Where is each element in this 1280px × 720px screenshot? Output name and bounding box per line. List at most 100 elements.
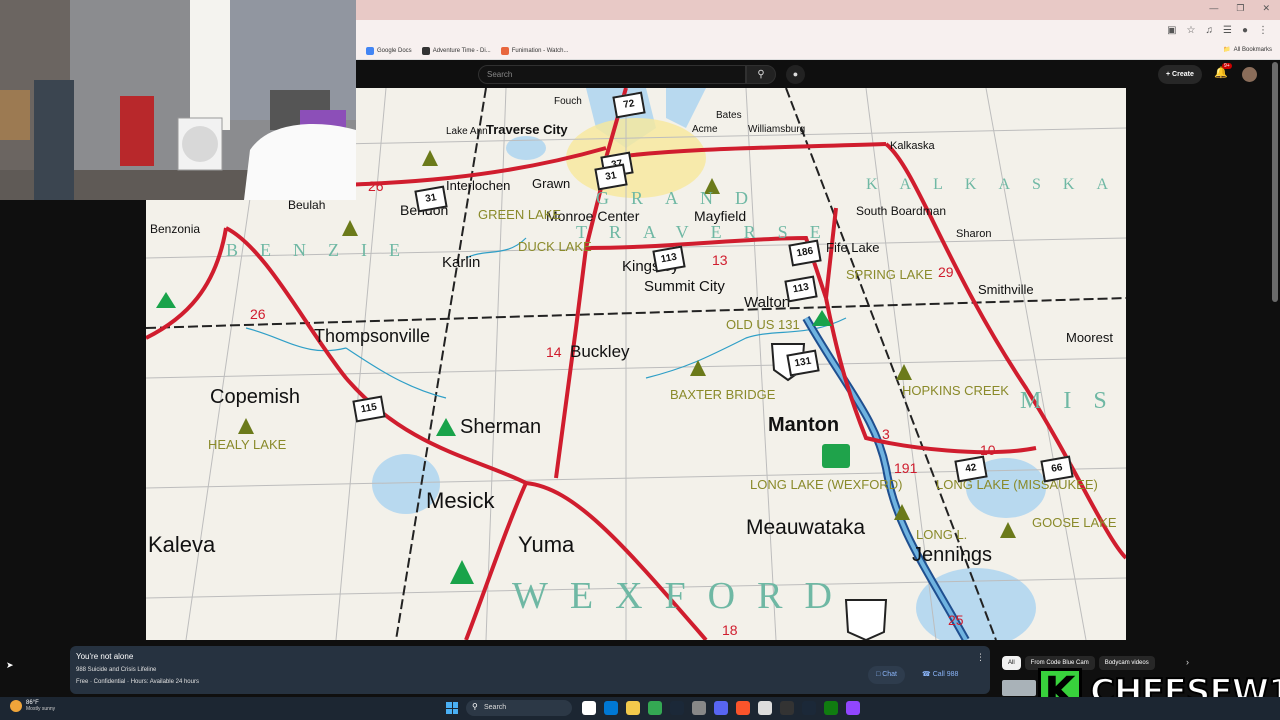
map-county-label: WEXFORD	[512, 575, 854, 617]
map-feature-label: SPRING LAKE	[846, 267, 933, 282]
map-town-label: Moorest	[1066, 330, 1113, 345]
map-town-label: Buckley	[570, 342, 630, 361]
lifeline-link[interactable]: 988 Suicide and Crisis Lifeline	[76, 667, 156, 673]
map-route-number: 18	[722, 622, 738, 638]
avatar[interactable]	[1242, 67, 1257, 82]
all-bookmarks[interactable]: 📁 All Bookmarks	[1223, 46, 1272, 54]
menu-icon[interactable]: ⋮	[1258, 25, 1268, 36]
minimize-icon[interactable]: —	[1209, 3, 1218, 14]
taskbar-app-icon[interactable]	[604, 701, 618, 715]
chip-all[interactable]: All	[1002, 656, 1021, 670]
map-town-label: Beulah	[288, 198, 326, 212]
map-route-number: 3	[882, 426, 890, 442]
map-town-label: Mesick	[426, 488, 495, 513]
weather-widget[interactable]: 86°F Mostly sunny	[10, 700, 55, 712]
chevron-right-icon[interactable]: ›	[1186, 657, 1189, 667]
search-button[interactable]: ⚲	[746, 65, 776, 84]
taskbar-apps	[582, 701, 860, 715]
map-town-label: Williamsburg	[748, 124, 806, 135]
taskbar-app-icon[interactable]	[780, 701, 794, 715]
chat-button[interactable]: □ Chat	[868, 666, 905, 684]
taskbar-app-icon[interactable]	[824, 701, 838, 715]
map-feature-label: GOOSE LAKE	[1032, 515, 1117, 530]
taskbar-app-icon[interactable]	[846, 701, 860, 715]
map-feature-label: LONG L.	[916, 527, 968, 542]
map-route-number: 26	[368, 178, 384, 194]
extensions-icon[interactable]: ☰	[1223, 25, 1232, 36]
map-town-label: Yuma	[518, 532, 575, 557]
start-button[interactable]	[446, 702, 458, 714]
star-icon[interactable]: ☆	[1187, 25, 1196, 36]
map-town-label: Grawn	[532, 176, 571, 191]
webcam-feed	[0, 0, 356, 200]
map-route-number: 26	[250, 306, 266, 322]
map-town-label: Sharon	[956, 228, 992, 240]
map-town-label: Fouch	[554, 96, 582, 107]
map-town-label: Kaleva	[148, 532, 216, 557]
map-county-label: TRAVERSE	[576, 222, 843, 242]
crisis-info-panel: You're not alone 988 Suicide and Crisis …	[70, 646, 990, 694]
video-thumbnail[interactable]	[1002, 680, 1036, 696]
search-icon: ⚲	[757, 69, 765, 80]
taskbar-app-icon[interactable]	[802, 701, 816, 715]
taskbar-app-icon[interactable]	[692, 701, 706, 715]
windows-taskbar: 86°F Mostly sunny Search ⚲	[0, 697, 1280, 720]
site-icon	[421, 46, 430, 55]
taskbar-app-icon[interactable]	[736, 701, 750, 715]
close-icon[interactable]: ✕	[1262, 3, 1270, 14]
taskbar-app-icon[interactable]	[714, 701, 728, 715]
map-town-label: Benzonia	[150, 222, 201, 236]
phone-icon: ☎	[922, 671, 931, 678]
funimation-icon	[500, 46, 509, 55]
webcam-overlay	[0, 0, 356, 200]
map-feature-label: BAXTER BRIDGE	[670, 387, 776, 402]
search-icon: ⚲	[472, 702, 478, 711]
map-town-label: Copemish	[210, 386, 301, 408]
map-town-label: Meauwataka	[746, 516, 866, 539]
taskbar-app-icon[interactable]	[626, 701, 640, 715]
notification-badge: 9+	[1222, 63, 1232, 69]
restore-icon[interactable]: ❐	[1236, 3, 1244, 14]
map-town-label: Jennings	[912, 544, 993, 566]
profile-icon[interactable]: ●	[1242, 25, 1248, 36]
map-feature-label: GREEN LAKE	[478, 207, 562, 222]
map-route-number: 25	[948, 612, 964, 628]
taskbar-app-icon[interactable]	[670, 701, 684, 715]
mouse-cursor-icon: ➤	[6, 660, 14, 670]
map-route-number: 191	[894, 460, 918, 476]
window-controls: — ❐ ✕	[1209, 3, 1270, 14]
map-route-number: 29	[938, 264, 954, 280]
bookmark-google-docs[interactable]: Google Docs	[366, 46, 412, 55]
call-button[interactable]: ☎ Call 988	[916, 666, 964, 684]
map-town-label: Karlin	[442, 254, 481, 271]
map-county-label: BENZIE	[226, 240, 422, 260]
folder-icon: 📁	[1223, 47, 1231, 53]
docs-icon	[366, 46, 374, 55]
voice-search-button[interactable]: ●	[786, 65, 805, 84]
page-scrollbar[interactable]	[1272, 62, 1278, 302]
map-town-label: Kalkaska	[890, 140, 935, 152]
map-feature-label: OLD US 131	[726, 317, 800, 332]
map-county-label: MISS	[1020, 388, 1126, 414]
install-icon[interactable]: ▣	[1167, 25, 1176, 36]
chip-bodycam[interactable]: Bodycam videos	[1098, 656, 1155, 670]
info-details: Free · Confidential · Hours: Available 2…	[76, 679, 199, 685]
search-input[interactable]: Search	[478, 65, 746, 84]
chat-icon: □	[876, 671, 881, 678]
more-options-icon[interactable]: ⋮	[976, 652, 985, 663]
create-button[interactable]: + Create	[1158, 65, 1202, 84]
mic-icon: ●	[792, 69, 799, 79]
bookmark-funimation[interactable]: Funimation - Watch...	[500, 46, 569, 55]
bookmark-adventure-time[interactable]: Adventure Time - Di...	[421, 46, 491, 55]
taskbar-app-icon[interactable]	[582, 701, 596, 715]
taskbar-app-icon[interactable]	[758, 701, 772, 715]
map-town-label: Manton	[768, 414, 840, 436]
map-town-label: Lake Ann	[446, 126, 488, 137]
map-route-number: 14	[546, 344, 562, 360]
audio-icon[interactable]: ♫	[1205, 25, 1213, 36]
sun-icon	[10, 700, 22, 712]
taskbar-search[interactable]: Search	[466, 700, 572, 716]
taskbar-app-icon[interactable]	[648, 701, 662, 715]
map-county-label: KALKASKA	[866, 176, 1126, 193]
map-route-number: 13	[712, 252, 728, 268]
